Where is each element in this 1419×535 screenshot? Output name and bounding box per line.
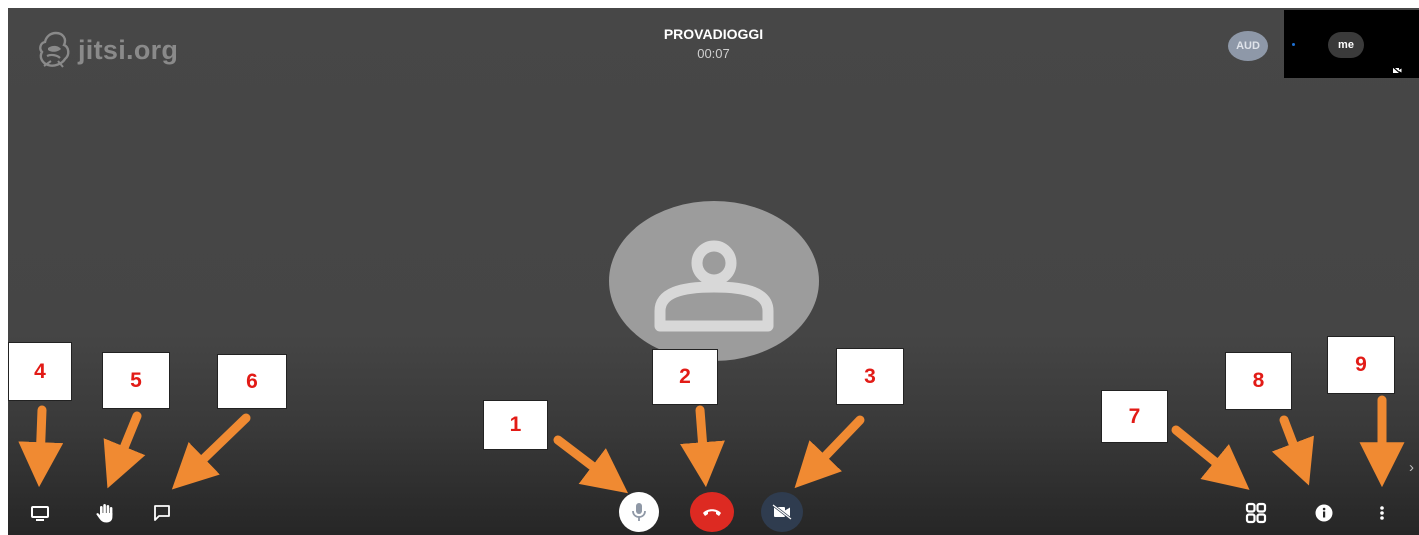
room-name: PROVADIOGGI xyxy=(663,26,764,42)
meeting-header: PROVADIOGGI 00:07 xyxy=(8,26,1419,61)
chevron-right-icon[interactable]: › xyxy=(1409,459,1414,476)
tile-view-button[interactable] xyxy=(1240,497,1272,529)
annotation-label-3: 3 xyxy=(836,348,904,405)
raise-hand-button[interactable] xyxy=(89,497,121,529)
info-icon xyxy=(1315,504,1333,522)
camera-off-icon xyxy=(1392,66,1402,75)
annotation-label-5: 5 xyxy=(102,352,170,409)
annotation-label-7: 7 xyxy=(1101,390,1168,443)
desktop-icon xyxy=(31,506,49,521)
screen-share-button[interactable] xyxy=(24,497,56,529)
camera-off-icon xyxy=(772,503,792,521)
more-vertical-icon xyxy=(1380,506,1384,520)
annotation-label-1: 1 xyxy=(483,400,548,450)
conference-stage: jitsi.org PROVADIOGGI 00:07 AUD me › xyxy=(8,8,1419,535)
annotation-label-4: 4 xyxy=(8,342,72,401)
grid-icon xyxy=(1245,502,1267,524)
hand-icon xyxy=(96,504,113,523)
remote-participant-avatar[interactable]: AUD xyxy=(1228,31,1268,61)
hangup-button[interactable] xyxy=(690,492,734,532)
local-avatar: me xyxy=(1328,32,1364,58)
info-button[interactable] xyxy=(1308,497,1340,529)
annotation-label-8: 8 xyxy=(1225,352,1292,410)
annotation-label-2: 2 xyxy=(652,349,718,405)
local-video-thumbnail[interactable]: me xyxy=(1284,10,1419,78)
microphone-icon xyxy=(632,503,646,521)
camera-button[interactable] xyxy=(761,492,803,532)
connection-indicator-dot xyxy=(1292,43,1295,46)
call-timer: 00:07 xyxy=(697,46,730,61)
chat-button[interactable] xyxy=(146,497,178,529)
phone-hangup-icon xyxy=(703,509,721,516)
default-user-avatar-icon xyxy=(609,201,819,361)
chat-bubble-icon xyxy=(154,505,170,521)
microphone-button[interactable] xyxy=(619,492,659,532)
annotation-label-6: 6 xyxy=(217,354,287,409)
annotation-label-9: 9 xyxy=(1327,336,1395,394)
more-actions-button[interactable] xyxy=(1366,497,1398,529)
